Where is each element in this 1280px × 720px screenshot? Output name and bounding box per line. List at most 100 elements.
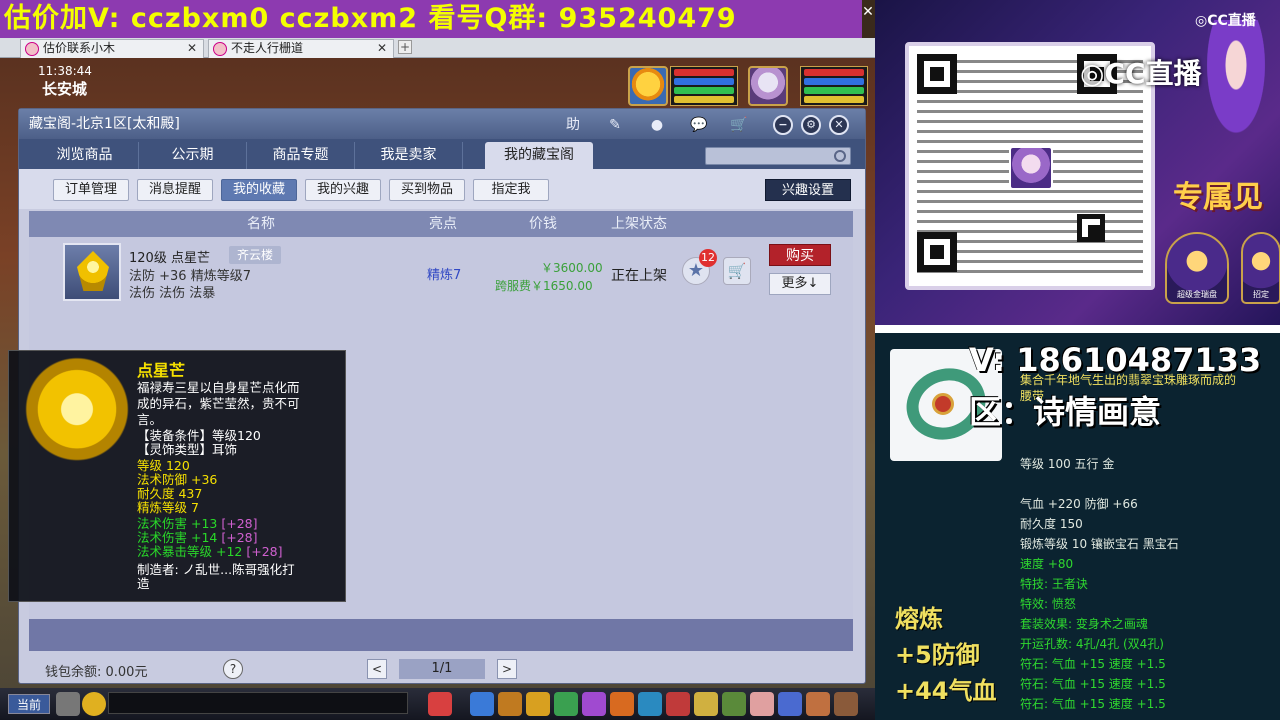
player-status-bars (800, 66, 868, 106)
interest-settings-button[interactable]: 兴趣设置 (765, 179, 851, 201)
shortcut-icon[interactable] (806, 692, 830, 716)
minimize-icon[interactable]: − (773, 115, 793, 135)
shortcut-icon[interactable] (722, 692, 746, 716)
window-tabs: 浏览商品 公示期 商品专题 我是卖家 我的藏宝阁 (19, 139, 865, 169)
interests-button[interactable]: 我的兴趣 (305, 179, 381, 201)
purchased-button[interactable]: 买到物品 (389, 179, 465, 201)
belt-stat: 耐久度 150 (1020, 517, 1083, 531)
emoji-icon[interactable] (82, 692, 106, 716)
belt-stat: 符石: 气血 +15 速度 +1.5 (1020, 697, 1166, 711)
shortcut-icon[interactable] (610, 692, 634, 716)
favorite-count-badge: 12 (699, 249, 717, 267)
item-highlight: 精炼7 (427, 268, 462, 283)
stat-bonus: [+28] (221, 516, 258, 531)
item-thumbnail[interactable] (63, 243, 121, 301)
prev-page-button[interactable]: < (367, 659, 387, 679)
col-name: 名称 (247, 216, 275, 232)
help-button[interactable]: ? (223, 659, 243, 679)
messages-button[interactable]: 消息提醒 (137, 179, 213, 201)
next-page-button[interactable]: > (497, 659, 517, 679)
belt-stat: 特效: 愤怒 (1020, 597, 1076, 611)
shortcut-icon[interactable] (526, 692, 550, 716)
shortcut-icon[interactable] (778, 692, 802, 716)
stat-text: 法术暴击等级 +12 (137, 544, 243, 559)
stat-bonus: [+28] (221, 530, 258, 545)
shortcut-icon[interactable] (666, 692, 690, 716)
shortcut-icon[interactable] (694, 692, 718, 716)
browser-tab-1[interactable]: 估价联系小木 ✕ (20, 39, 204, 58)
buy-button[interactable]: 购买 (769, 244, 831, 266)
stat-text: 法术伤害 +14 (137, 530, 218, 545)
stat-bonus: [+28] (246, 544, 283, 559)
tab-my-pavilion[interactable]: 我的藏宝阁 (485, 142, 593, 169)
promo-title: 专属见 (1173, 180, 1263, 215)
tab-favicon-icon (25, 42, 39, 56)
belt-stat: 锻炼等级 10 镶嵌宝石 黑宝石 (1020, 537, 1179, 551)
promo-area: ◎CC直播 ◎CC直播 专属见 超级金瑞盘 招定 (875, 0, 1280, 332)
tab-close-icon[interactable]: ✕ (377, 40, 387, 57)
shortcut-icon[interactable] (750, 692, 774, 716)
banner-close-icon[interactable]: ✕ (860, 4, 875, 20)
tooltip-requirement: 【灵饰类型】耳饰 (137, 442, 238, 457)
character-art (1191, 20, 1280, 170)
tab-topics[interactable]: 商品专题 (247, 142, 355, 169)
search-icon[interactable] (834, 150, 846, 162)
tooltip-maker: 制造者: ノ乱世...陈哥强化打 (137, 562, 295, 577)
belt-stat: 速度 +80 (1020, 557, 1074, 571)
chat-channel-button[interactable]: 当前 (8, 694, 50, 714)
qr-finder (917, 232, 957, 272)
tab-browse[interactable]: 浏览商品 (31, 142, 139, 169)
shortcut-icon[interactable] (638, 692, 662, 716)
edit-icon[interactable]: ✎ (605, 115, 625, 135)
qr-finder (917, 54, 957, 94)
more-button[interactable]: 更多↓ (769, 273, 831, 295)
orders-button[interactable]: 订单管理 (53, 179, 129, 201)
shortcut-icon[interactable] (834, 692, 858, 716)
shortcut-icon[interactable] (498, 692, 522, 716)
promo-button[interactable]: 超级金瑞盘 (1165, 232, 1229, 304)
qr-avatar (1009, 146, 1053, 190)
shortcut-icon[interactable] (582, 692, 606, 716)
pet-avatar[interactable] (628, 66, 668, 106)
record-icon[interactable]: ● (647, 115, 667, 135)
tooltip-title: 点星芒 (137, 361, 186, 380)
item-name[interactable]: 120级 点星芒 (129, 247, 210, 266)
tab-public[interactable]: 公示期 (139, 142, 247, 169)
promo-button[interactable]: 招定 (1241, 232, 1280, 304)
col-highlight: 亮点 (429, 216, 457, 232)
shortcut-icon[interactable] (470, 692, 494, 716)
table-footer-band (29, 619, 853, 651)
qr-finder (1077, 214, 1105, 242)
player-avatar[interactable] (748, 66, 788, 106)
favorites-button[interactable]: 我的收藏 (221, 179, 297, 201)
search-input[interactable] (705, 147, 851, 165)
belt-stone (932, 393, 954, 415)
game-area: 估价加V: cczbxm0 cczbxm2 看号Q群: 935240479 ✕ … (0, 0, 875, 720)
chat-input[interactable] (108, 692, 408, 714)
tab-favicon-icon (213, 42, 227, 56)
col-price: 价钱 (529, 216, 557, 232)
cc-logo: ◎CC直播 (1195, 13, 1256, 29)
add-to-cart-icon[interactable]: 🛒 (723, 257, 751, 285)
tooltip-refine: 精炼等级 7 (137, 500, 199, 515)
new-tab-button[interactable]: + (398, 40, 412, 54)
settings-icon[interactable]: ⚙ (801, 115, 821, 135)
help-icon[interactable]: 助 (563, 115, 583, 135)
shortcut-icon[interactable] (554, 692, 578, 716)
chat-icon[interactable]: 💬 (689, 115, 709, 135)
cart-icon[interactable]: 🛒 (729, 115, 749, 135)
promo-button-label: 招定 (1253, 290, 1269, 299)
tooltip-requirement: 【装备条件】等级120 (137, 428, 261, 443)
melt-title: 熔炼 (895, 605, 943, 633)
city-name: 长安城 (42, 80, 88, 98)
tab-seller[interactable]: 我是卖家 (355, 142, 463, 169)
close-icon[interactable]: ✕ (829, 115, 849, 135)
item-tooltip: 点星芒 福禄寿三星以自身星芒点化而 成的异石，紫芒莹然，贵不可 言。 【装备条件… (8, 350, 346, 602)
shortcut-icon[interactable] (428, 692, 452, 716)
browser-tab-2[interactable]: 不走人行栅道 ✕ (208, 39, 394, 58)
item-price: ￥3600.00 (541, 261, 603, 275)
designated-button[interactable]: 指定我 (473, 179, 549, 201)
tab-close-icon[interactable]: ✕ (187, 40, 197, 57)
mic-icon[interactable] (56, 692, 80, 716)
item-stat-line: 法伤 法伤 法暴 (129, 286, 216, 301)
